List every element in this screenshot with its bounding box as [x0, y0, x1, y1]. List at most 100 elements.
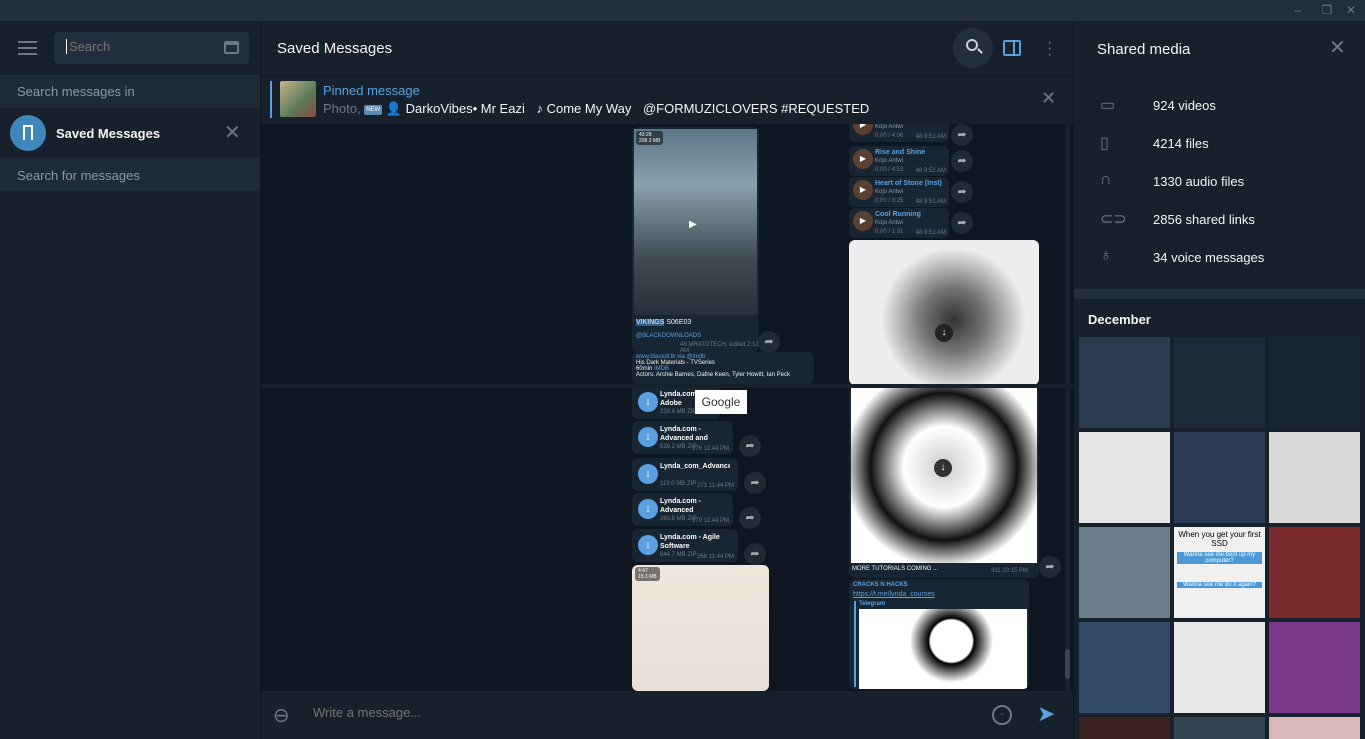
audio-time: 0:00 / 4:06	[875, 133, 904, 139]
emoji-icon[interactable]: ᵕ	[992, 705, 1012, 725]
forward-button[interactable]: ➦	[951, 150, 973, 172]
attach-icon[interactable]: ⊘	[267, 701, 297, 731]
forward-button[interactable]: ➦	[739, 507, 761, 529]
play-icon[interactable]: ▶	[689, 219, 697, 230]
audio-message[interactable]: ▶ Kojo Antwi 0:00 / 4:06 48 9:51 AM	[849, 124, 949, 142]
shared-media-label: 34 voice messages	[1153, 250, 1265, 265]
download-icon[interactable]: ↓	[638, 392, 658, 412]
shared-media-panel: Shared media ✕ ▭ 924 videos ▯ 4214 files ∩…	[1074, 21, 1365, 739]
file-message[interactable]: ↓ Lynda.com - Advanced and Specialized..…	[632, 421, 733, 454]
preview-site: Telegram	[859, 601, 886, 607]
minimize-button[interactable]: –	[1289, 2, 1307, 18]
channel-link[interactable]: @BLACKDOWNLOADS	[636, 333, 701, 339]
audio-message[interactable]: ▶ Rise and Shine Kojo Antwi 0:00 / 4:53 …	[849, 146, 949, 176]
audio-message[interactable]: ▶ Cool Running Kojo Antwi 0:00 / 1:31 48…	[849, 208, 949, 238]
link-message[interactable]: www.blackdl.tk via @imdb His Dark Materi…	[632, 352, 814, 384]
media-thumbnail[interactable]	[1269, 337, 1360, 428]
media-thumbnail[interactable]	[1269, 432, 1360, 523]
actors: Actors: Archie Barnes, Dafne Keen, Tyler…	[636, 372, 790, 378]
close-pinned-icon[interactable]: ✕	[1041, 88, 1056, 109]
download-icon[interactable]: ↓	[638, 464, 658, 484]
media-thumbnail[interactable]	[1269, 717, 1360, 739]
media-thumbnail[interactable]	[1079, 717, 1170, 739]
calendar-icon[interactable]	[224, 41, 239, 54]
media-thumbnail[interactable]: When you get your first SSD Wanna see me …	[1174, 527, 1265, 618]
video-thumbnail[interactable]: 43:28 208.3 MB ▶	[634, 129, 757, 315]
send-icon[interactable]: ➤	[1037, 701, 1055, 727]
video-message-2[interactable]: 4:47 15.1 MB	[632, 565, 769, 691]
pinned-tags: @FORMUZICLOVERS #REQUESTED	[642, 101, 870, 116]
shared-media-item[interactable]: ♁ 34 voice messages	[1074, 239, 1365, 277]
media-thumbnail[interactable]	[1174, 432, 1265, 523]
forward-button[interactable]: ➦	[951, 212, 973, 234]
pinned-label: Pinned message	[323, 83, 420, 98]
download-icon[interactable]: ↓	[638, 535, 658, 555]
pinned-message-bar[interactable]: Pinned message Photo, NEW 👤 DarkoVibes• …	[261, 76, 1073, 124]
forward-button[interactable]: ➦	[744, 543, 766, 565]
media-thumbnail[interactable]	[1269, 527, 1360, 618]
forward-button[interactable]: ➦	[758, 331, 780, 353]
bookmark-icon	[23, 125, 33, 140]
play-icon[interactable]: ▶	[853, 149, 873, 169]
audio-artist: Kojo Antwi	[875, 158, 904, 164]
more-options-icon[interactable]: · · ·	[1047, 35, 1053, 63]
toggle-sidebar-icon[interactable]	[1003, 40, 1021, 56]
download-icon[interactable]: ↓	[638, 499, 658, 519]
close-window-button[interactable]: ✕	[1342, 2, 1360, 18]
shared-media-item[interactable]: ▯ 4214 files	[1074, 125, 1365, 163]
scrollbar[interactable]	[1065, 124, 1070, 691]
media-thumbnail[interactable]	[1079, 622, 1170, 713]
new-badge: NEW	[364, 104, 383, 115]
forward-button[interactable]: ➦	[739, 435, 761, 457]
download-icon[interactable]: ↓	[934, 459, 952, 477]
media-thumbnail[interactable]	[1174, 717, 1265, 739]
media-thumbnail[interactable]	[1079, 527, 1170, 618]
clear-chat-filter-icon[interactable]: ✕	[224, 120, 241, 145]
media-thumbnail[interactable]	[1174, 337, 1265, 428]
audio-message[interactable]: ▶ Heart of Stone (Inst) Kojo Antwi 0:00 …	[849, 177, 949, 207]
media-thumbnail[interactable]	[1269, 622, 1360, 713]
video-message[interactable]: 43:28 208.3 MB ▶ VIKINGS S06E03 @BLACKDOW…	[632, 127, 759, 354]
audio-title: Heart of Stone (Inst)	[875, 180, 942, 187]
link-message-2[interactable]: CRACKS N HACKS https://t.me/lynda_course…	[849, 579, 1029, 689]
chat-header: Saved Messages · · ·	[261, 21, 1073, 75]
file-message[interactable]: ↓ Lynda.com - Advanced Appium.zip 260.8 …	[632, 493, 733, 526]
close-panel-icon[interactable]: ✕	[1329, 35, 1346, 60]
section-divider	[1074, 289, 1365, 299]
media-thumbnail[interactable]	[1174, 622, 1265, 713]
menu-icon[interactable]	[18, 41, 37, 55]
forward-button[interactable]: ➦	[951, 181, 973, 203]
play-icon[interactable]: ▶	[853, 211, 873, 231]
file-message[interactable]: ↓ Lynda.com - Agile Software Developmen.…	[632, 529, 738, 562]
search-chat-item[interactable]: Saved Messages ✕	[0, 108, 260, 158]
media-thumbnail[interactable]	[1079, 337, 1170, 428]
audio-artist: Kojo Antwi	[875, 220, 904, 226]
chat-title[interactable]: Saved Messages	[277, 40, 392, 57]
message-link[interactable]: https://t.me/lynda_courses	[853, 591, 935, 598]
shared-media-item[interactable]: ⊂⊃ 2856 shared links	[1074, 201, 1365, 239]
audio-artist: Kojo Antwi	[875, 124, 904, 130]
music-note-icon: ♪	[536, 101, 543, 116]
tooltip: Google	[695, 390, 747, 414]
message-meta: 273 11:44 PM	[697, 483, 734, 489]
play-icon[interactable]: ▶	[853, 180, 873, 200]
media-thumbnail[interactable]	[1079, 432, 1170, 523]
search-input[interactable]	[66, 39, 206, 54]
forward-button[interactable]: ➦	[951, 124, 973, 146]
shared-media-item[interactable]: ▭ 924 videos	[1074, 87, 1365, 125]
maximize-button[interactable]: ❐	[1318, 2, 1336, 18]
file-message[interactable]: ↓ Lynda_com_Advanced_Animations_and.zip …	[632, 458, 738, 491]
photo-message-2[interactable]: ↓ MORE TUTORIALS COMING ... 311 10:15 PM	[849, 388, 1039, 578]
forward-button[interactable]: ➦	[744, 472, 766, 494]
search-box[interactable]	[54, 32, 249, 64]
photo-message[interactable]: ↓	[849, 240, 1039, 385]
shared-media-item[interactable]: ∩ 1330 audio files	[1074, 163, 1365, 201]
download-icon[interactable]: ↓	[638, 427, 658, 447]
forward-button[interactable]: ➦	[1039, 556, 1061, 578]
search-button[interactable]	[953, 28, 993, 68]
chat-panel: Saved Messages · · · Pinned message Photo,…	[261, 21, 1073, 739]
play-icon[interactable]: ▶	[853, 124, 873, 135]
search-for-label: Search for messages	[17, 168, 140, 183]
message-input[interactable]	[313, 705, 913, 720]
download-icon[interactable]: ↓	[935, 324, 953, 342]
